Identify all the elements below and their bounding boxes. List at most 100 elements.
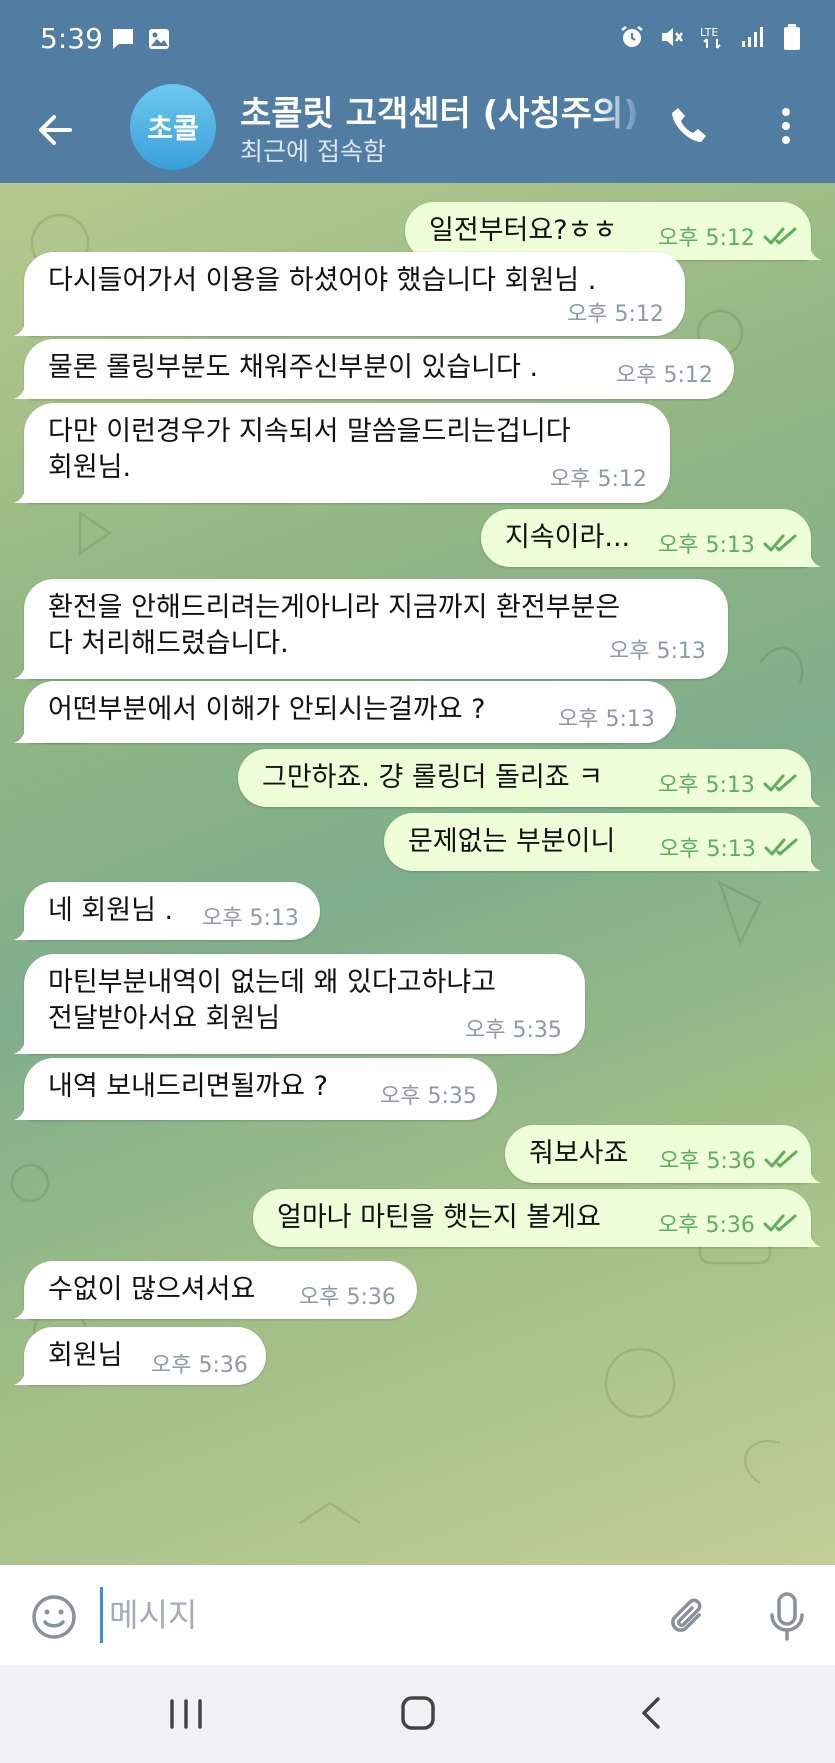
message-text: 문제없는 부분이니 <box>408 826 616 857</box>
message-meta: 오후 5:36 <box>151 1347 248 1379</box>
message-text: 줘보사죠 <box>529 1138 629 1169</box>
bubble-tail <box>14 1363 36 1385</box>
double-check-icon <box>763 227 797 245</box>
status-bar: 5:39 LTE <box>0 0 835 80</box>
image-icon <box>146 26 172 52</box>
message-time: 오후 5:13 <box>558 707 655 732</box>
message-time: 오후 5:13 <box>658 773 755 798</box>
mute-icon <box>659 24 685 50</box>
avatar[interactable]: 초콜 <box>130 84 216 170</box>
bubble-tail <box>14 918 36 940</box>
message-input[interactable] <box>100 1587 640 1643</box>
attach-button[interactable] <box>665 1593 713 1641</box>
bubble-tail <box>14 721 36 743</box>
message-time: 오후 5:12 <box>567 302 664 327</box>
input-bar <box>0 1565 835 1665</box>
message-bubble-outgoing[interactable]: 지속이라... 오후 5:13 <box>481 509 821 567</box>
home-icon <box>401 1696 435 1730</box>
double-check-icon <box>763 534 797 552</box>
message-text: 내역 보내드리면될까요 ? <box>48 1071 328 1102</box>
status-time: 5:39 <box>40 22 103 55</box>
message-time: 오후 5:36 <box>151 1353 248 1378</box>
message-bubble-incoming[interactable]: 네 회원님 . 오후 5:13 <box>14 882 320 940</box>
message-time: 오후 5:12 <box>658 226 755 251</box>
message-text: 네 회원님 . <box>48 895 174 926</box>
message-meta: 오후 5:12 <box>550 461 647 493</box>
lte-icon: LTE <box>699 24 725 50</box>
message-meta: 오후 5:13 <box>558 701 655 733</box>
message-time: 오후 5:13 <box>202 906 299 931</box>
bubble-tail <box>14 657 36 679</box>
message-text: 그만하죠. 걍 롤링더 돌리죠 ㅋ <box>262 762 603 793</box>
message-time: 오후 5:13 <box>658 533 755 558</box>
double-check-icon <box>764 1150 798 1168</box>
message-meta: 오후 5:13 <box>609 633 706 665</box>
more-vert-icon <box>782 108 790 144</box>
message-bubble-incoming[interactable]: 다만 이런경우가 지속되서 말씀을드리는겁니다회원님. 오후 5:12 <box>14 403 670 503</box>
recents-button[interactable] <box>166 1695 206 1733</box>
bubble-tail <box>14 1032 36 1054</box>
message-meta: 오후 5:13 <box>658 527 799 559</box>
home-button[interactable] <box>398 1693 438 1733</box>
message-meta: 오후 5:35 <box>465 1012 562 1044</box>
bubble-tail <box>14 314 36 336</box>
more-options-button[interactable] <box>772 104 800 148</box>
bubble-tail <box>14 481 36 503</box>
bubble-tail <box>799 785 821 807</box>
message-time: 오후 5:13 <box>659 837 756 862</box>
message-time: 오후 5:13 <box>609 639 706 664</box>
bubble-tail <box>799 1161 821 1183</box>
message-meta: 오후 5:13 <box>659 831 800 863</box>
bubble-tail <box>799 849 821 871</box>
back-button[interactable] <box>30 104 82 156</box>
message-text: 얼마나 마틴을 햇는지 볼게요 <box>277 1202 601 1233</box>
signal-icon <box>739 24 765 50</box>
message-time: 오후 5:12 <box>616 363 713 388</box>
status-right-icons: LTE <box>619 24 805 50</box>
message-meta: 오후 5:35 <box>380 1078 477 1110</box>
message-time: 오후 5:36 <box>659 1149 756 1174</box>
message-text: 다만 이런경우가 지속되서 말씀을드리는겁니다 <box>48 416 571 447</box>
message-meta: 오후 5:12 <box>567 296 664 328</box>
message-bubble-incoming[interactable]: 회원님 오후 5:36 <box>14 1327 266 1385</box>
chat-status: 최근에 접속함 <box>240 137 386 166</box>
call-button[interactable] <box>668 104 712 148</box>
message-bubble-outgoing[interactable]: 문제없는 부분이니 오후 5:13 <box>384 813 821 871</box>
message-time: 오후 5:12 <box>550 467 647 492</box>
message-bubble-incoming[interactable]: 내역 보내드리면될까요 ? 오후 5:35 <box>14 1058 497 1120</box>
message-bubble-incoming[interactable]: 물론 롤링부분도 채워주신부분이 있습니다 . 오후 5:12 <box>14 339 734 399</box>
double-check-icon <box>764 838 798 856</box>
message-bubble-incoming[interactable]: 수없이 많으셔서요 오후 5:36 <box>14 1261 417 1319</box>
bubble-tail <box>14 377 36 399</box>
message-list[interactable]: 일전부터요?ㅎㅎ 오후 5:12 다시들어가서 이용을 하셨어야 했습니다 회원님 … <box>0 183 835 1565</box>
svg-text:LTE: LTE <box>700 26 718 39</box>
microphone-button[interactable] <box>763 1591 811 1643</box>
message-icon <box>110 26 136 52</box>
message-bubble-incoming[interactable]: 다시들어가서 이용을 하셨어야 했습니다 회원님 . 오후 5:12 <box>14 252 685 336</box>
chat-title[interactable]: 초콜릿 고객센터 (사칭주의) <box>240 86 645 130</box>
message-bubble-outgoing[interactable]: 줘보사죠 오후 5:36 <box>505 1125 821 1183</box>
arrow-left-icon <box>39 115 72 145</box>
message-text: 마틴부분내역이 없는데 왜 있다고하냐고 <box>48 967 497 998</box>
message-bubble-incoming[interactable]: 환전을 안해드리려는게아니라 지금까지 환전부분은 다 처리해드렸습니다. 오후 5… <box>14 579 728 679</box>
message-time: 오후 5:35 <box>380 1084 477 1109</box>
nav-back-button[interactable] <box>634 1693 670 1733</box>
bubble-tail <box>14 1098 36 1120</box>
message-time: 오후 5:36 <box>658 1213 755 1238</box>
bubble-tail <box>799 545 821 567</box>
message-meta: 오후 5:13 <box>202 900 299 932</box>
message-bubble-incoming[interactable]: 어떤부분에서 이해가 안되시는걸까요 ? 오후 5:13 <box>14 681 676 743</box>
message-text-line2: 다 처리해드렸습니다. <box>48 628 289 659</box>
message-bubble-outgoing[interactable]: 얼마나 마틴을 햇는지 볼게요 오후 5:36 <box>253 1189 821 1247</box>
chat-header: 초콜 초콜릿 고객센터 (사칭주의) 최근에 접속함 <box>0 80 835 183</box>
message-text-line2: 전달받아서요 회원님 <box>48 1003 281 1034</box>
message-text: 다시들어가서 이용을 하셨어야 했습니다 회원님 . <box>48 265 597 296</box>
emoji-button[interactable] <box>30 1593 78 1641</box>
message-bubble-incoming[interactable]: 마틴부분내역이 없는데 왜 있다고하냐고전달받아서요 회원님 오후 5:35 <box>14 954 585 1054</box>
message-text-line2: 회원님. <box>48 452 132 483</box>
message-bubble-outgoing[interactable]: 그만하죠. 걍 롤링더 돌리죠 ㅋ 오후 5:13 <box>238 749 821 807</box>
nav-back-icon <box>642 1697 660 1729</box>
message-meta: 오후 5:36 <box>299 1279 396 1311</box>
bubble-tail <box>14 1297 36 1319</box>
message-text: 일전부터요?ㅎㅎ <box>429 215 618 246</box>
